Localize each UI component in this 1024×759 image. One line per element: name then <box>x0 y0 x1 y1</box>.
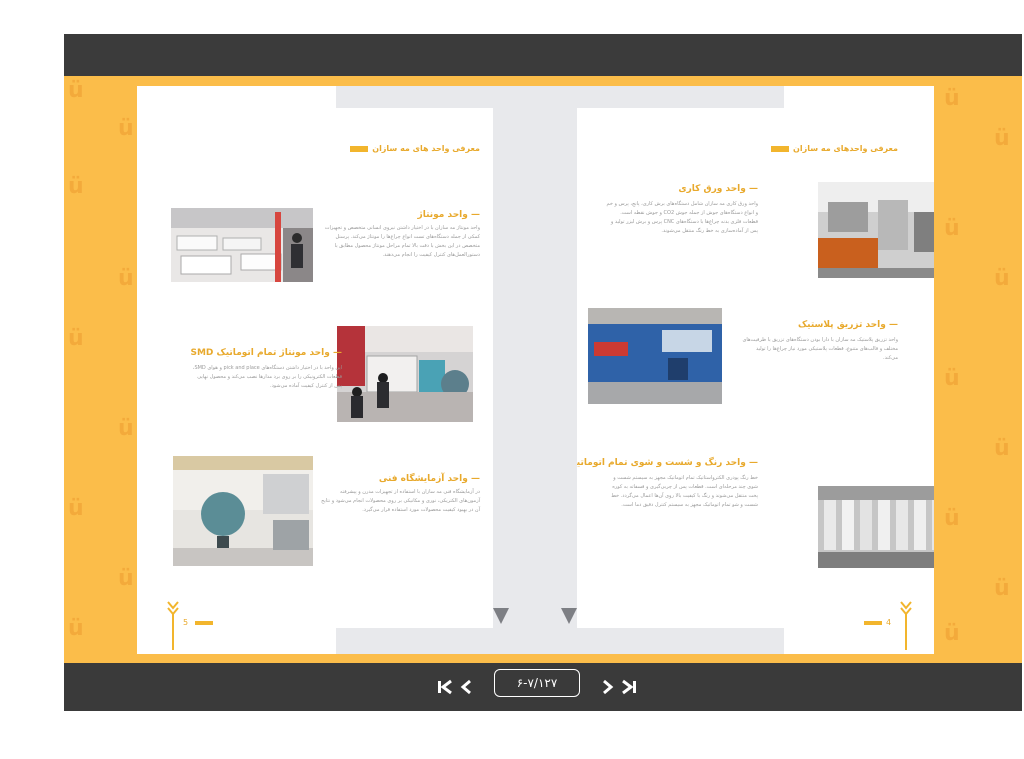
item-heading: — واحد آزمایشگاه فنی <box>378 474 480 484</box>
page-indicator[interactable]: ۶-۷/۱۲۷ <box>494 669 580 697</box>
paint-line-photo-art <box>818 486 934 568</box>
assembly-photo-art <box>171 208 313 282</box>
section-title-text: معرفی واحد های مه سازان <box>372 144 480 153</box>
watermark-icon: ü <box>118 566 134 591</box>
paint-line-photo <box>818 486 934 568</box>
top-toolbar <box>64 34 1022 76</box>
item-body: در آزمایشگاه فنی مه سازان با استفاده از … <box>321 489 480 513</box>
right-page[interactable]: معرفی واحدهای مه سازان — واحد ورق کاری و… <box>566 86 934 654</box>
watermark-icon: ü <box>994 126 1010 151</box>
item-body: واحد مونتاژ مه سازان با در اختیار داشتن … <box>324 225 480 258</box>
item-heading: — واحد ورق کاری <box>678 184 758 194</box>
sheet-metal-photo-art <box>818 182 934 278</box>
page-overlay-band <box>336 86 502 108</box>
flipbook-viewer: ü ü ü ü ü ü ü ü ü ü ü ü ü ü ü ü ü ü معرف… <box>64 34 1022 711</box>
page-number-bar <box>864 621 882 625</box>
watermark-icon: ü <box>118 416 134 441</box>
section-title: معرفی واحد های مه سازان <box>350 144 480 153</box>
item-body: واحد تزریق پلاستیک مه سازان با دارا بودن… <box>742 337 898 361</box>
logo-emblem-icon <box>898 598 914 650</box>
logo-emblem-icon <box>165 598 181 650</box>
assembly-line-photo <box>171 208 313 282</box>
watermark-icon: ü <box>68 78 84 103</box>
navigation-bar: ۶-۷/۱۲۷ <box>64 663 1022 711</box>
item-heading: — واحد رنگ و شست و شوی تمام اتوماتیک <box>567 458 758 468</box>
watermark-icon: ü <box>944 86 960 111</box>
section-title-text: معرفی واحدهای مه سازان <box>793 144 898 153</box>
watermark-icon: ü <box>68 326 84 351</box>
page-number: 5 <box>183 618 189 627</box>
lab-integrating-sphere-photo <box>173 456 313 566</box>
watermark-icon: ü <box>118 116 134 141</box>
watermark-icon: ü <box>68 174 84 199</box>
page-overlay-band <box>566 86 784 108</box>
left-page[interactable]: معرفی واحد های مه سازان — واحد مونتاژ وا… <box>137 86 502 654</box>
item-heading: — واحد تزریق پلاستیک <box>797 320 898 330</box>
lab-photo-art <box>173 456 313 566</box>
watermark-icon: ü <box>994 436 1010 461</box>
page-overlay-band <box>336 628 502 654</box>
section-title: معرفی واحدهای مه سازان <box>771 144 898 153</box>
page-curl-arrow-icon[interactable] <box>493 608 509 624</box>
watermark-icon: ü <box>944 621 960 646</box>
title-accent-bar <box>771 145 790 152</box>
watermark-icon: ü <box>944 366 960 391</box>
watermark-icon: ü <box>994 576 1010 601</box>
page-number: 4 <box>886 618 892 627</box>
book-stage: ü ü ü ü ü ü ü ü ü ü ü ü ü ü ü ü ü ü معرف… <box>64 76 1022 663</box>
watermark-icon: ü <box>944 216 960 241</box>
page-curl-arrow-icon[interactable] <box>561 608 577 624</box>
watermark-icon: ü <box>68 496 84 521</box>
item-body: این واحد با در اختیار داشتن دستگاه‌های p… <box>192 365 342 389</box>
last-page-icon[interactable] <box>616 673 642 701</box>
item-heading: — واحد مونتاژ <box>417 210 480 220</box>
watermark-icon: ü <box>944 506 960 531</box>
watermark-icon: ü <box>68 616 84 641</box>
watermark-icon: ü <box>994 266 1010 291</box>
sheet-metal-photo <box>818 182 934 278</box>
title-accent-bar <box>350 145 369 152</box>
watermark-icon: ü <box>118 266 134 291</box>
page-number-bar <box>195 621 213 625</box>
item-heading: — واحد مونتاژ تمام اتوماتیک SMD <box>190 348 342 358</box>
smd-line-photo <box>337 326 473 422</box>
page-gutter <box>493 86 577 654</box>
item-body: خط رنگ پودری الکترواستاتیک تمام اتوماتیک… <box>611 475 758 508</box>
page-overlay-band <box>566 628 784 654</box>
injection-machine-photo <box>588 308 722 404</box>
smd-photo-art <box>337 326 473 422</box>
injection-photo-art <box>588 308 722 404</box>
item-body: واحد ورق کاری مه سازان شامل دستگاه‌های ب… <box>606 201 759 234</box>
previous-page-icon[interactable] <box>454 673 480 701</box>
